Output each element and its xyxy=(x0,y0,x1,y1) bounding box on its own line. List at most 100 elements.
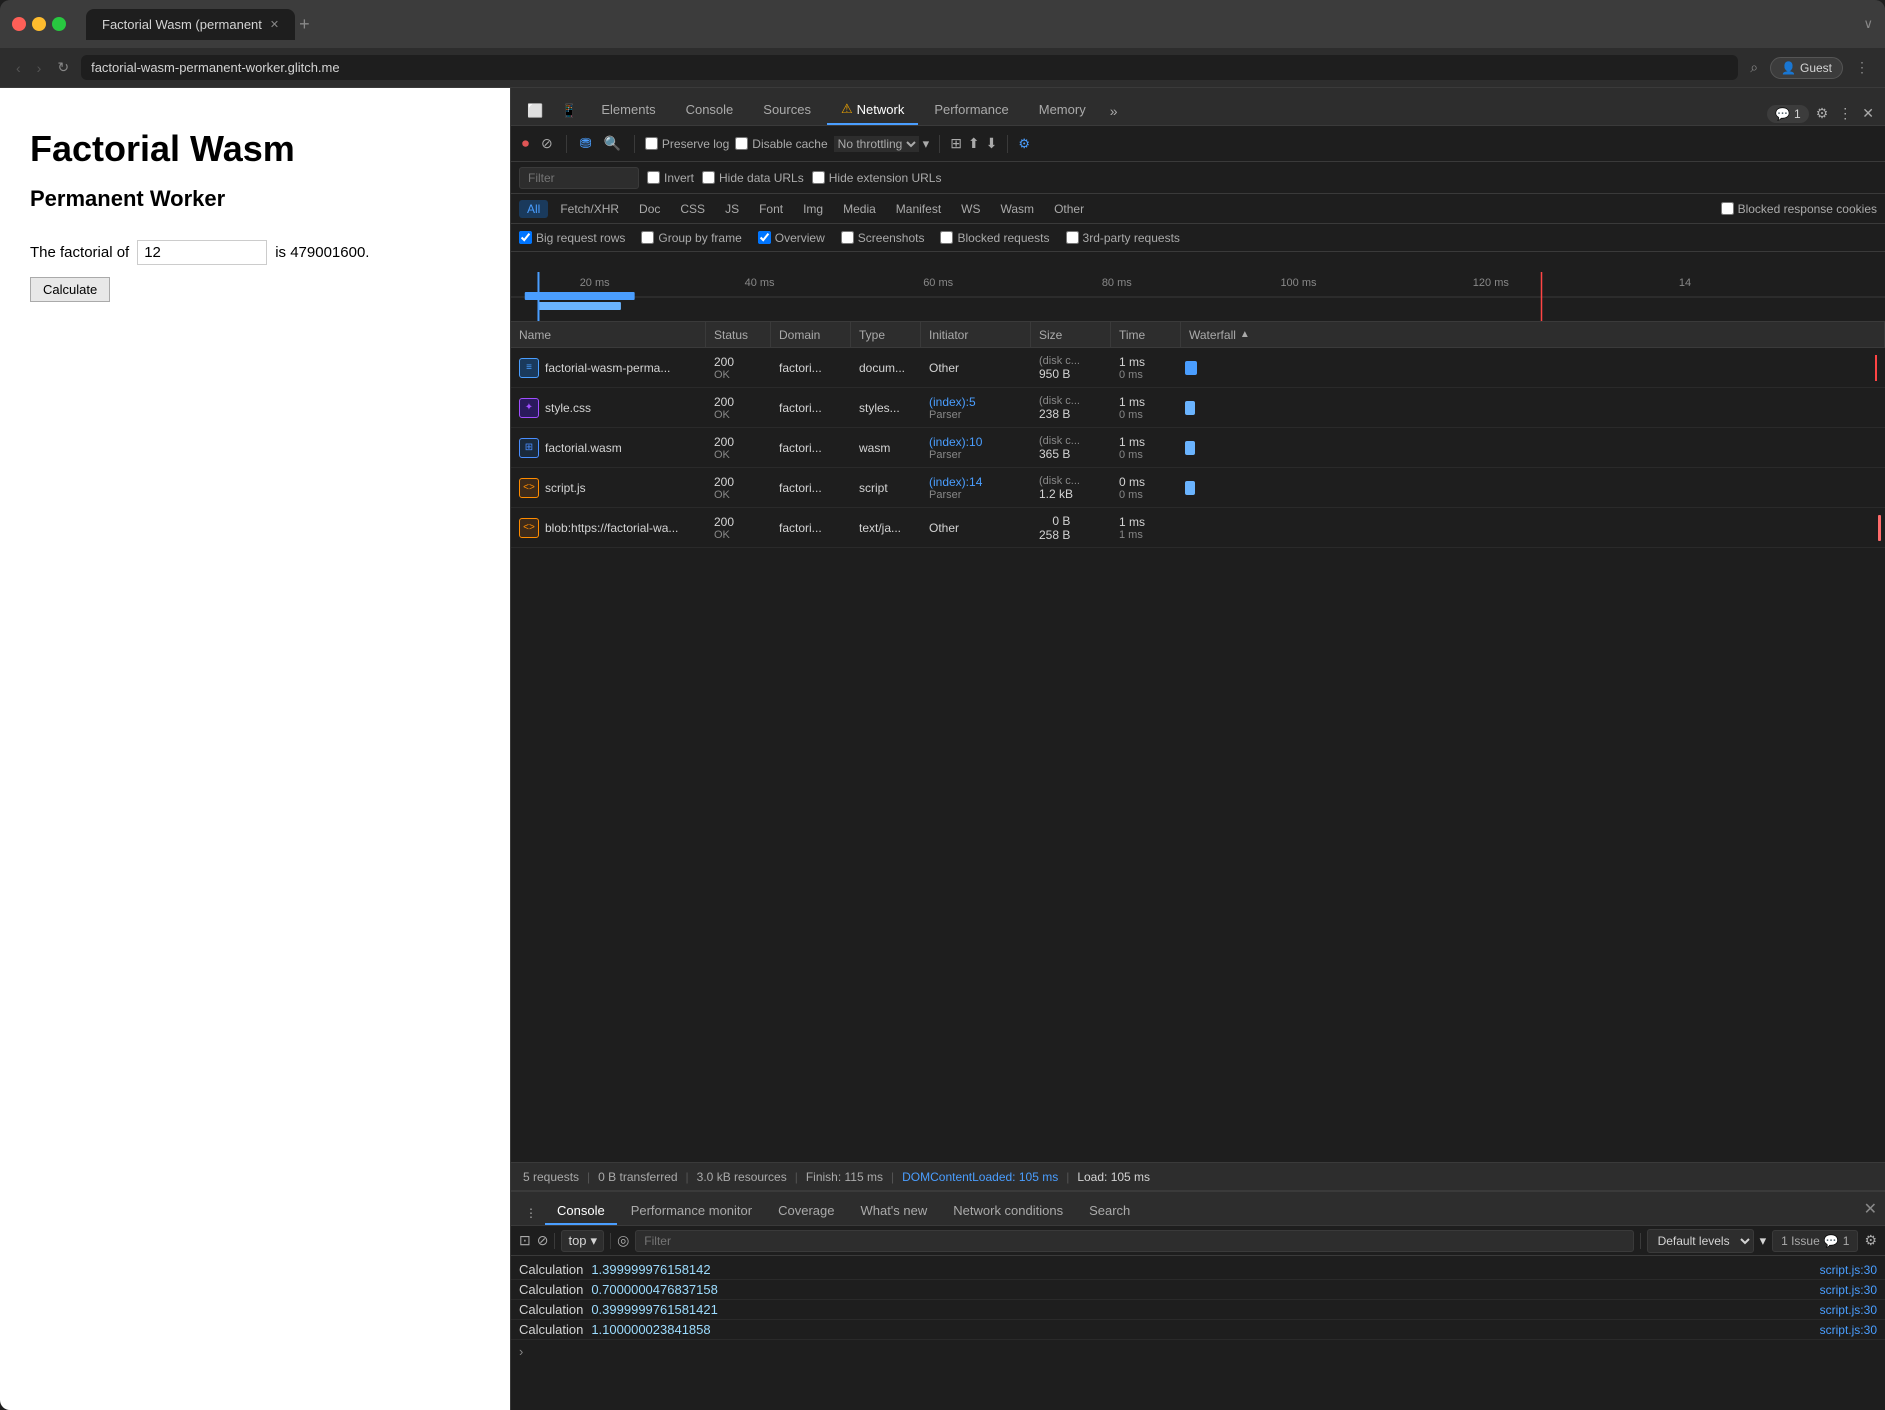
console-settings-icon[interactable]: ⚙ xyxy=(1864,1232,1877,1249)
import-button[interactable]: ⬆ xyxy=(968,135,980,152)
console-tab-coverage[interactable]: Coverage xyxy=(766,1198,846,1225)
minimize-button[interactable] xyxy=(32,17,46,31)
network-row[interactable]: ⊞ factorial.wasm 200 OK factori... xyxy=(511,428,1885,468)
hide-data-checkbox[interactable] xyxy=(702,171,715,184)
calculate-button[interactable]: Calculate xyxy=(30,277,110,302)
blocked-requests-checkbox[interactable] xyxy=(940,231,953,244)
preserve-log-checkbox[interactable] xyxy=(645,137,658,150)
hide-extension-checkbox[interactable] xyxy=(812,171,825,184)
devtools-device-icon[interactable]: 📱 xyxy=(553,97,585,125)
console-close-button[interactable]: ✕ xyxy=(1864,1199,1877,1219)
console-clear-icon[interactable]: ⊘ xyxy=(537,1232,549,1249)
record-button[interactable]: ⏺ xyxy=(519,132,532,155)
reload-button[interactable]: ↻ xyxy=(53,55,73,80)
log-source-1[interactable]: script.js:30 xyxy=(1820,1263,1877,1277)
header-domain[interactable]: Domain xyxy=(771,322,851,347)
screenshots-label[interactable]: Screenshots xyxy=(841,231,925,245)
close-button[interactable] xyxy=(12,17,26,31)
more-menu-button[interactable]: ⋮ xyxy=(1851,55,1873,80)
network-settings-icon[interactable]: ⚙ xyxy=(1018,136,1030,152)
type-doc[interactable]: Doc xyxy=(631,200,668,218)
tab-memory[interactable]: Memory xyxy=(1025,96,1100,125)
screenshots-checkbox[interactable] xyxy=(841,231,854,244)
factorial-input[interactable] xyxy=(137,240,267,265)
network-row[interactable]: ≡ factorial-wasm-perma... 200 OK factori… xyxy=(511,348,1885,388)
tab-console[interactable]: Console xyxy=(672,96,748,125)
row3-initiator-link[interactable]: (index):10 xyxy=(929,435,982,449)
tab-performance[interactable]: Performance xyxy=(920,96,1022,125)
level-select[interactable]: Default levels xyxy=(1647,1229,1754,1253)
tab-collapse-button[interactable]: ∨ xyxy=(1863,16,1873,32)
group-frame-checkbox[interactable] xyxy=(641,231,654,244)
header-waterfall[interactable]: Waterfall ▲ xyxy=(1181,322,1885,347)
devtools-kebab-button[interactable]: ⋮ xyxy=(1835,102,1855,125)
overview-checkbox[interactable] xyxy=(758,231,771,244)
type-other[interactable]: Other xyxy=(1046,200,1092,218)
third-party-label[interactable]: 3rd-party requests xyxy=(1066,231,1180,245)
invert-label[interactable]: Invert xyxy=(647,171,694,185)
network-icon-1[interactable]: ⊞ xyxy=(950,135,962,152)
console-prompt[interactable]: › xyxy=(511,1340,1885,1363)
devtools-settings-button[interactable]: ⚙ xyxy=(1813,102,1832,125)
browser-tab[interactable]: Factorial Wasm (permanent ✕ xyxy=(86,9,295,40)
tab-close-button[interactable]: ✕ xyxy=(270,18,279,31)
blocked-cookies-checkbox[interactable] xyxy=(1721,202,1734,215)
preserve-log-label[interactable]: Preserve log xyxy=(645,137,729,151)
disable-cache-checkbox[interactable] xyxy=(735,137,748,150)
disable-cache-label[interactable]: Disable cache xyxy=(735,137,827,151)
hide-data-label[interactable]: Hide data URLs xyxy=(702,171,804,185)
network-row[interactable]: ✦ style.css 200 OK factori... xyxy=(511,388,1885,428)
type-js[interactable]: JS xyxy=(717,200,747,218)
header-type[interactable]: Type xyxy=(851,322,921,347)
log-source-2[interactable]: script.js:30 xyxy=(1820,1283,1877,1297)
maximize-button[interactable] xyxy=(52,17,66,31)
group-frame-label[interactable]: Group by frame xyxy=(641,231,741,245)
header-initiator[interactable]: Initiator xyxy=(921,322,1031,347)
header-time[interactable]: Time xyxy=(1111,322,1181,347)
throttle-select[interactable]: No throttling xyxy=(834,136,919,152)
notification-badge[interactable]: 💬 1 xyxy=(1767,105,1809,123)
type-img[interactable]: Img xyxy=(795,200,831,218)
overview-label[interactable]: Overview xyxy=(758,231,825,245)
type-font[interactable]: Font xyxy=(751,200,791,218)
network-row[interactable]: <> script.js 200 OK factori... xyxy=(511,468,1885,508)
big-rows-label[interactable]: Big request rows xyxy=(519,231,625,245)
console-tab-performance-monitor[interactable]: Performance monitor xyxy=(619,1198,764,1225)
console-tab-network-conditions[interactable]: Network conditions xyxy=(941,1198,1075,1225)
console-filter-input[interactable] xyxy=(635,1230,1633,1252)
console-sidebar-icon[interactable]: ⊡ xyxy=(519,1232,531,1249)
tab-network[interactable]: ⚠ Network xyxy=(827,95,918,125)
network-row[interactable]: <> blob:https://factorial-wa... 200 OK f… xyxy=(511,508,1885,548)
header-name[interactable]: Name xyxy=(511,322,706,347)
type-all[interactable]: All xyxy=(519,200,548,218)
zoom-button[interactable]: ⌕ xyxy=(1746,55,1762,80)
console-panel-menu[interactable]: ⋮ xyxy=(519,1201,543,1225)
search-button[interactable]: 🔍 xyxy=(600,132,623,155)
clear-button[interactable]: ⊘ xyxy=(538,132,556,155)
type-fetch-xhr[interactable]: Fetch/XHR xyxy=(552,200,627,218)
devtools-inspector-icon[interactable]: ⬜ xyxy=(519,97,551,125)
invert-checkbox[interactable] xyxy=(647,171,660,184)
header-size[interactable]: Size xyxy=(1031,322,1111,347)
console-eye-icon[interactable]: ◎ xyxy=(617,1232,629,1249)
type-wasm[interactable]: Wasm xyxy=(993,200,1043,218)
export-button[interactable]: ⬇ xyxy=(986,135,998,152)
header-status[interactable]: Status xyxy=(706,322,771,347)
type-manifest[interactable]: Manifest xyxy=(888,200,949,218)
type-media[interactable]: Media xyxy=(835,200,884,218)
blocked-requests-label[interactable]: Blocked requests xyxy=(940,231,1049,245)
third-party-checkbox[interactable] xyxy=(1066,231,1079,244)
hide-extension-label[interactable]: Hide extension URLs xyxy=(812,171,942,185)
console-tab-search[interactable]: Search xyxy=(1077,1198,1142,1225)
devtools-more-tabs[interactable]: » xyxy=(1102,97,1126,125)
filter-input[interactable] xyxy=(519,167,639,189)
tab-sources[interactable]: Sources xyxy=(749,96,825,125)
context-selector[interactable]: top ▾ xyxy=(561,1230,604,1252)
devtools-close-button[interactable]: ✕ xyxy=(1859,102,1877,125)
forward-button[interactable]: › xyxy=(33,56,46,80)
type-ws[interactable]: WS xyxy=(953,200,988,218)
big-rows-checkbox[interactable] xyxy=(519,231,532,244)
new-tab-button[interactable]: + xyxy=(299,14,310,35)
row2-initiator-link[interactable]: (index):5 xyxy=(929,395,976,409)
log-source-4[interactable]: script.js:30 xyxy=(1820,1323,1877,1337)
